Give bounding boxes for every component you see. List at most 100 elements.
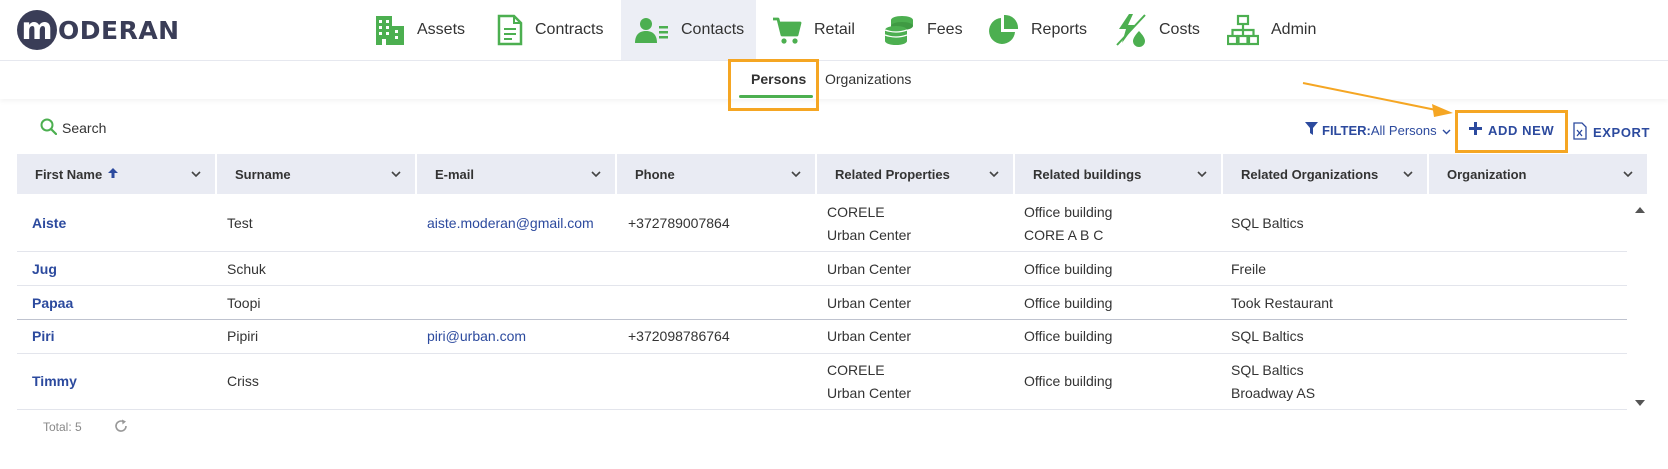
related-property: CORELE <box>827 362 885 378</box>
export-label: EXPORT <box>1593 125 1651 140</box>
column-header-phone[interactable]: Phone <box>617 154 815 194</box>
column-header-surname[interactable]: Surname <box>217 154 415 194</box>
tab-organizations[interactable]: Organizations <box>825 71 911 87</box>
moderan-logo[interactable]: m ODERAN <box>17 10 180 50</box>
related-organization: SQL Baltics <box>1231 328 1304 344</box>
nav-item-fees[interactable]: Fees <box>883 0 963 60</box>
table-row[interactable]: Aiste Test aiste.moderan@gmail.com +3727… <box>17 194 1627 252</box>
related-property: Urban Center <box>827 385 912 401</box>
nav-item-costs[interactable]: Costs <box>1115 0 1200 60</box>
nav-label: Fees <box>927 21 963 38</box>
related-building: Office building <box>1024 204 1113 220</box>
related-property: Urban Center <box>827 328 912 344</box>
logo-mark: m <box>17 10 57 50</box>
related-building: CORE A B C <box>1024 227 1104 243</box>
column-header-related-properties[interactable]: Related Properties <box>817 154 1013 194</box>
scroll-up-arrow[interactable] <box>1635 200 1645 218</box>
nav-item-retail[interactable]: Retail <box>772 0 855 60</box>
column-header-organization[interactable]: Organization <box>1429 154 1647 194</box>
related-property: CORELE <box>827 204 885 220</box>
persons-tab-highlight <box>728 59 819 111</box>
surname-cell: Criss <box>227 373 259 389</box>
column-menu-icon[interactable] <box>191 166 201 181</box>
column-menu-icon[interactable] <box>1623 166 1633 181</box>
add-new-highlight <box>1455 110 1568 153</box>
excel-file-icon <box>1573 122 1587 143</box>
contacts-icon <box>635 16 669 44</box>
related-organization: SQL Baltics <box>1231 362 1304 378</box>
column-header-email[interactable]: E-mail <box>417 154 615 194</box>
table-row[interactable]: Papaa Toopi Urban Center Office building… <box>17 286 1627 320</box>
chevron-down-icon <box>1442 123 1451 138</box>
first-name-link[interactable]: Piri <box>32 328 55 344</box>
nav-item-contacts[interactable]: Contacts <box>621 0 756 60</box>
filter-value: All Persons <box>1370 123 1437 138</box>
filter-label: FILTER: <box>1322 123 1371 138</box>
nav-item-assets[interactable]: Assets <box>375 0 465 60</box>
surname-cell: Pipiri <box>227 328 259 344</box>
cart-icon <box>772 15 802 45</box>
email-link[interactable]: piri@urban.com <box>427 328 526 344</box>
surname-cell: Schuk <box>227 261 266 277</box>
pie-chart-icon <box>987 14 1019 46</box>
column-header-related-organizations[interactable]: Related Organizations <box>1223 154 1427 194</box>
related-organization: SQL Baltics <box>1231 215 1304 231</box>
energy-icon <box>1115 13 1147 47</box>
search-button[interactable]: Search <box>40 118 106 138</box>
refresh-icon[interactable] <box>114 419 128 438</box>
coins-icon <box>883 14 915 46</box>
filter-dropdown[interactable]: FILTER: All Persons <box>1305 122 1451 139</box>
sort-ascending-icon <box>107 167 119 182</box>
email-link[interactable]: aiste.moderan@gmail.com <box>427 215 594 231</box>
nav-label: Contracts <box>535 21 604 38</box>
column-header-related-buildings[interactable]: Related buildings <box>1015 154 1221 194</box>
related-building: Office building <box>1024 261 1113 277</box>
first-name-link[interactable]: Aiste <box>32 215 66 231</box>
filter-icon <box>1305 122 1318 139</box>
phone-cell: +372789007864 <box>628 215 730 231</box>
search-icon <box>40 118 58 138</box>
column-menu-icon[interactable] <box>391 166 401 181</box>
column-menu-icon[interactable] <box>989 166 999 181</box>
phone-cell: +372098786764 <box>628 328 730 344</box>
related-organization: Broadway AS <box>1231 385 1316 401</box>
table-row[interactable]: Piri Pipiri piri@urban.com +372098786764… <box>17 320 1627 354</box>
first-name-link[interactable]: Papaa <box>32 295 73 311</box>
logo-text: ODERAN <box>58 15 180 45</box>
table-row[interactable]: Timmy Criss CORELE Urban Center Office b… <box>17 354 1627 410</box>
related-organization: Took Restaurant <box>1231 295 1333 311</box>
top-navigation: m ODERAN Assets Contracts Contacts Retai… <box>0 0 1668 61</box>
related-property: Urban Center <box>827 261 912 277</box>
buildings-icon <box>375 14 405 46</box>
sub-tab-bar: Persons Organizations <box>0 61 1668 99</box>
nav-label: Assets <box>417 21 466 38</box>
export-button[interactable]: EXPORT <box>1573 122 1650 143</box>
surname-cell: Toopi <box>227 295 261 311</box>
table-row[interactable]: Jug Schuk Urban Center Office building F… <box>17 252 1627 286</box>
first-name-link[interactable]: Jug <box>32 261 57 277</box>
surname-cell: Test <box>227 215 253 231</box>
org-chart-icon <box>1227 14 1259 46</box>
nav-label: Costs <box>1159 21 1200 38</box>
nav-label: Contacts <box>681 21 745 38</box>
related-building: Office building <box>1024 328 1113 344</box>
related-building: Office building <box>1024 373 1113 389</box>
total-count: Total: 5 <box>43 420 82 434</box>
nav-item-admin[interactable]: Admin <box>1227 0 1316 60</box>
column-menu-icon[interactable] <box>591 166 601 181</box>
nav-label: Retail <box>814 21 855 38</box>
related-property: Urban Center <box>827 295 912 311</box>
nav-label: Admin <box>1271 21 1317 38</box>
scroll-down-arrow[interactable] <box>1635 394 1645 412</box>
nav-item-reports[interactable]: Reports <box>987 0 1087 60</box>
nav-item-contracts[interactable]: Contracts <box>497 0 603 60</box>
first-name-link[interactable]: Timmy <box>32 373 77 389</box>
search-label: Search <box>62 120 107 136</box>
column-header-first-name[interactable]: First Name <box>17 154 215 194</box>
column-menu-icon[interactable] <box>1403 166 1413 181</box>
document-icon <box>497 14 523 46</box>
column-menu-icon[interactable] <box>1197 166 1207 181</box>
related-property: Urban Center <box>827 227 912 243</box>
related-organization: Freile <box>1231 261 1267 277</box>
column-menu-icon[interactable] <box>791 166 801 181</box>
